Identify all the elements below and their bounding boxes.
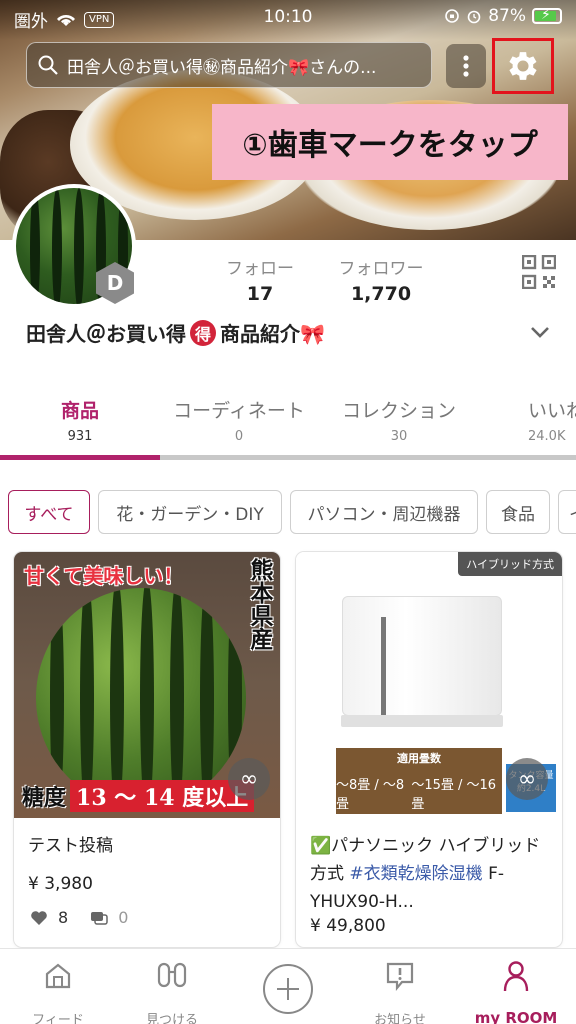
product-card[interactable]: 甘くて美味しい！ 熊本県産 糖度 13 ～ 14 度以上 ∞ テスト投稿 ¥ 3… bbox=[14, 552, 280, 947]
check-icon: ✅ bbox=[310, 836, 332, 856]
hybrid-label: ハイブリッド方式 bbox=[458, 552, 562, 576]
chip-pc[interactable]: パソコン・周辺機器 bbox=[290, 490, 478, 534]
battery-icon: ⚡ bbox=[532, 7, 562, 24]
tab-count: 931 bbox=[67, 429, 93, 444]
chevron-down-icon[interactable] bbox=[526, 318, 554, 346]
tab-collection[interactable]: コレクション 30 bbox=[334, 396, 464, 444]
hashtag-link[interactable]: #衣類乾燥除湿機 bbox=[349, 864, 482, 884]
product-meta: 8 0 bbox=[30, 908, 128, 927]
home-icon bbox=[45, 963, 71, 989]
product-image: 甘くて美味しい！ 熊本県産 糖度 13 ～ 14 度以上 ∞ bbox=[14, 552, 280, 818]
tab-label: コーディネート bbox=[173, 400, 305, 422]
more-vertical-icon bbox=[463, 55, 469, 77]
profile-name: 田舎人＠お買い得 得 商品紹介🎀 bbox=[26, 318, 325, 347]
binoculars-icon bbox=[157, 962, 187, 988]
battery-percent: 87% bbox=[488, 6, 526, 26]
product-image: ハイブリッド方式 適用畳数 ～8畳 / ～8畳 ～15畳 / ～16畳 タンク容… bbox=[296, 552, 562, 818]
product-title: テスト投稿 bbox=[28, 836, 113, 856]
spec-wood: ～8畳 / ～8畳 bbox=[336, 778, 405, 812]
tab-label: いいね bbox=[528, 400, 576, 422]
chip-all[interactable]: すべて bbox=[8, 490, 90, 534]
post-button[interactable] bbox=[263, 964, 313, 1014]
profile-name-suffix: 商品紹介🎀 bbox=[220, 322, 325, 346]
product-card[interactable]: ハイブリッド方式 適用畳数 ～8畳 / ～8畳 ～15畳 / ～16畳 タンク容… bbox=[296, 552, 562, 947]
product-title: ✅パナソニック ハイブリッド方式 #衣類乾燥除湿機 F-YHUX90-H... bbox=[310, 832, 550, 916]
chip-food[interactable]: 食品 bbox=[486, 490, 550, 534]
nav-discover[interactable]: 見つける bbox=[122, 957, 222, 1024]
follower-stat[interactable]: フォロワー 1,770 bbox=[326, 254, 436, 305]
brix-label: 糖度 bbox=[22, 785, 67, 811]
tab-likes[interactable]: いいね 24.0K bbox=[528, 396, 576, 444]
spec-box: 適用畳数 ～8畳 / ～8畳 ～15畳 / ～16畳 bbox=[336, 748, 502, 814]
follow-label: フォロー bbox=[226, 259, 294, 279]
watermelon-image bbox=[36, 588, 246, 808]
search-bar[interactable]: 田舎人＠お買い得㊙商品紹介🎀さんの... bbox=[26, 42, 432, 88]
tab-products[interactable]: 商品 931 bbox=[40, 396, 120, 444]
settings-button[interactable] bbox=[492, 38, 554, 94]
collection-add-button[interactable]: ∞ bbox=[506, 758, 548, 800]
tab-count: 30 bbox=[390, 429, 408, 444]
follow-stat[interactable]: フォロー 17 bbox=[218, 254, 302, 305]
chip-interior[interactable]: インテ bbox=[558, 490, 576, 534]
plus-icon bbox=[277, 978, 299, 1000]
tab-coordinate[interactable]: コーディネート 0 bbox=[164, 396, 314, 444]
gear-icon bbox=[509, 52, 537, 80]
heart-icon[interactable] bbox=[30, 910, 48, 926]
nav-notifications[interactable]: お知らせ bbox=[350, 957, 450, 1024]
tab-label: コレクション bbox=[341, 400, 456, 422]
like-count: 8 bbox=[58, 908, 69, 927]
instruction-callout: ①歯車マークをタップ bbox=[212, 104, 568, 180]
dehumidifier-image bbox=[341, 596, 503, 727]
product-price: ¥ 3,980 bbox=[28, 874, 93, 894]
toku-mark: 得 bbox=[190, 319, 216, 346]
image-caption-sweet: 甘くて美味しい！ bbox=[24, 564, 184, 588]
status-bar: 圏外 VPN 10:10 87% ⚡ bbox=[0, 0, 576, 36]
image-caption-origin: 熊本県産 bbox=[246, 558, 273, 650]
nav-label: my ROOM bbox=[474, 1009, 558, 1024]
alarm-icon bbox=[467, 10, 481, 24]
tab-label: 商品 bbox=[60, 400, 99, 422]
follow-count: 17 bbox=[246, 283, 274, 305]
profile-name-prefix: 田舎人＠お買い得 bbox=[26, 322, 186, 346]
nav-label: 見つける bbox=[145, 1013, 198, 1024]
chip-garden-diy[interactable]: 花・ガーデン・DIY bbox=[98, 490, 282, 534]
spec-head: 適用畳数 bbox=[397, 752, 441, 765]
product-price: ¥ 49,800 bbox=[310, 916, 386, 936]
person-icon bbox=[503, 961, 529, 992]
infinity-icon: ∞ bbox=[239, 766, 259, 792]
search-icon bbox=[38, 55, 58, 75]
follower-count: 1,770 bbox=[350, 283, 412, 305]
nav-label: お知らせ bbox=[374, 1013, 426, 1024]
notification-icon bbox=[386, 962, 414, 992]
follower-label: フォロワー bbox=[338, 259, 424, 279]
lock-rotation-icon bbox=[445, 9, 460, 23]
infinity-icon: ∞ bbox=[517, 766, 537, 792]
nav-label: フィード bbox=[32, 1013, 84, 1024]
comment-count: 0 bbox=[118, 908, 129, 927]
tab-indicator bbox=[0, 455, 576, 460]
brix-value: 13 ～ 14 度以上 bbox=[70, 780, 255, 812]
tab-count: 24.0K bbox=[528, 429, 566, 444]
more-button[interactable] bbox=[446, 44, 486, 88]
search-text: 田舎人＠お買い得㊙商品紹介🎀さんの... bbox=[67, 57, 377, 78]
comment-icon[interactable] bbox=[90, 910, 108, 926]
qr-code-icon[interactable] bbox=[522, 255, 556, 289]
collection-add-button[interactable]: ∞ bbox=[228, 758, 270, 800]
nav-feed[interactable]: フィード bbox=[8, 957, 108, 1024]
nav-my-room[interactable]: my ROOM bbox=[466, 957, 566, 1024]
tab-count: 0 bbox=[234, 429, 244, 444]
spec-steel: ～15畳 / ～16畳 bbox=[411, 778, 497, 812]
status-right: 87% ⚡ bbox=[444, 6, 562, 26]
image-caption-brix: 糖度 13 ～ 14 度以上 bbox=[22, 780, 255, 812]
